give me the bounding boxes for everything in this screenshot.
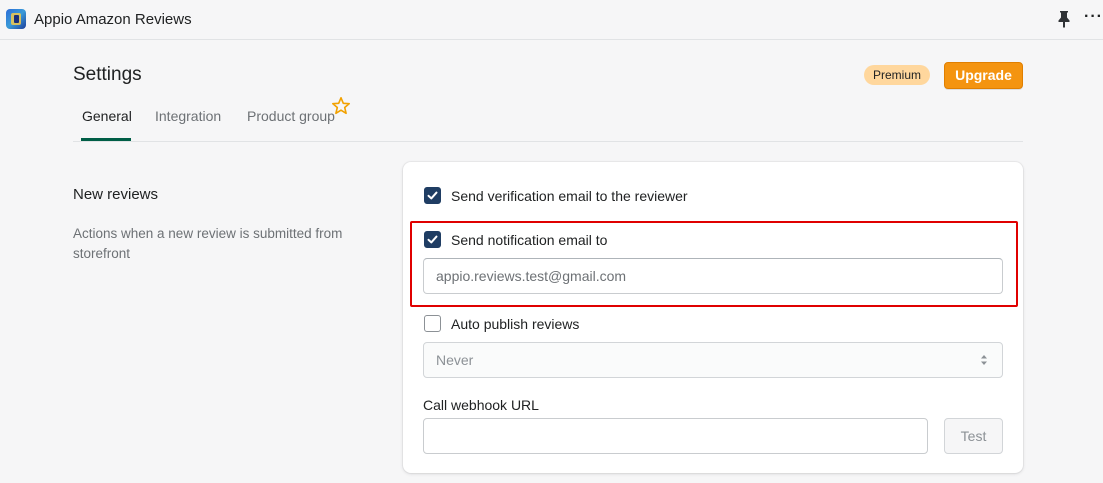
section-description: Actions when a new review is submitted f… <box>73 226 343 261</box>
checkmark-icon <box>427 235 438 244</box>
tabs-divider <box>73 141 1023 142</box>
test-webhook-button[interactable]: Test <box>944 418 1003 454</box>
app-top-bar: Appio Amazon Reviews ··· <box>0 0 1103 40</box>
tab-product-group[interactable]: Product group <box>247 108 335 124</box>
auto-publish-label[interactable]: Auto publish reviews <box>451 316 579 332</box>
notification-email-input[interactable] <box>423 258 1003 294</box>
auto-publish-checkbox[interactable] <box>424 315 441 332</box>
app-title: Appio Amazon Reviews <box>34 11 192 28</box>
pin-icon[interactable] <box>1057 10 1071 28</box>
page-title: Settings <box>73 64 142 85</box>
upgrade-button[interactable]: Upgrade <box>944 62 1023 89</box>
section-title: New reviews <box>73 186 159 203</box>
verification-email-label[interactable]: Send verification email to the reviewer <box>451 188 688 204</box>
star-outline-icon <box>332 97 350 115</box>
app-logo-icon <box>6 9 26 29</box>
notification-email-checkbox[interactable] <box>424 231 441 248</box>
tab-general[interactable]: General <box>82 108 132 124</box>
select-arrows-icon <box>981 355 987 365</box>
premium-badge: Premium <box>864 65 931 85</box>
verification-email-checkbox[interactable] <box>424 187 441 204</box>
auto-publish-select[interactable]: Never <box>423 342 1003 378</box>
more-options-icon[interactable]: ··· <box>1084 8 1103 26</box>
tab-integration[interactable]: Integration <box>155 108 221 124</box>
notification-email-label[interactable]: Send notification email to <box>451 232 607 248</box>
webhook-url-label: Call webhook URL <box>423 397 539 413</box>
webhook-url-input[interactable] <box>423 418 928 454</box>
checkmark-icon <box>427 191 438 200</box>
